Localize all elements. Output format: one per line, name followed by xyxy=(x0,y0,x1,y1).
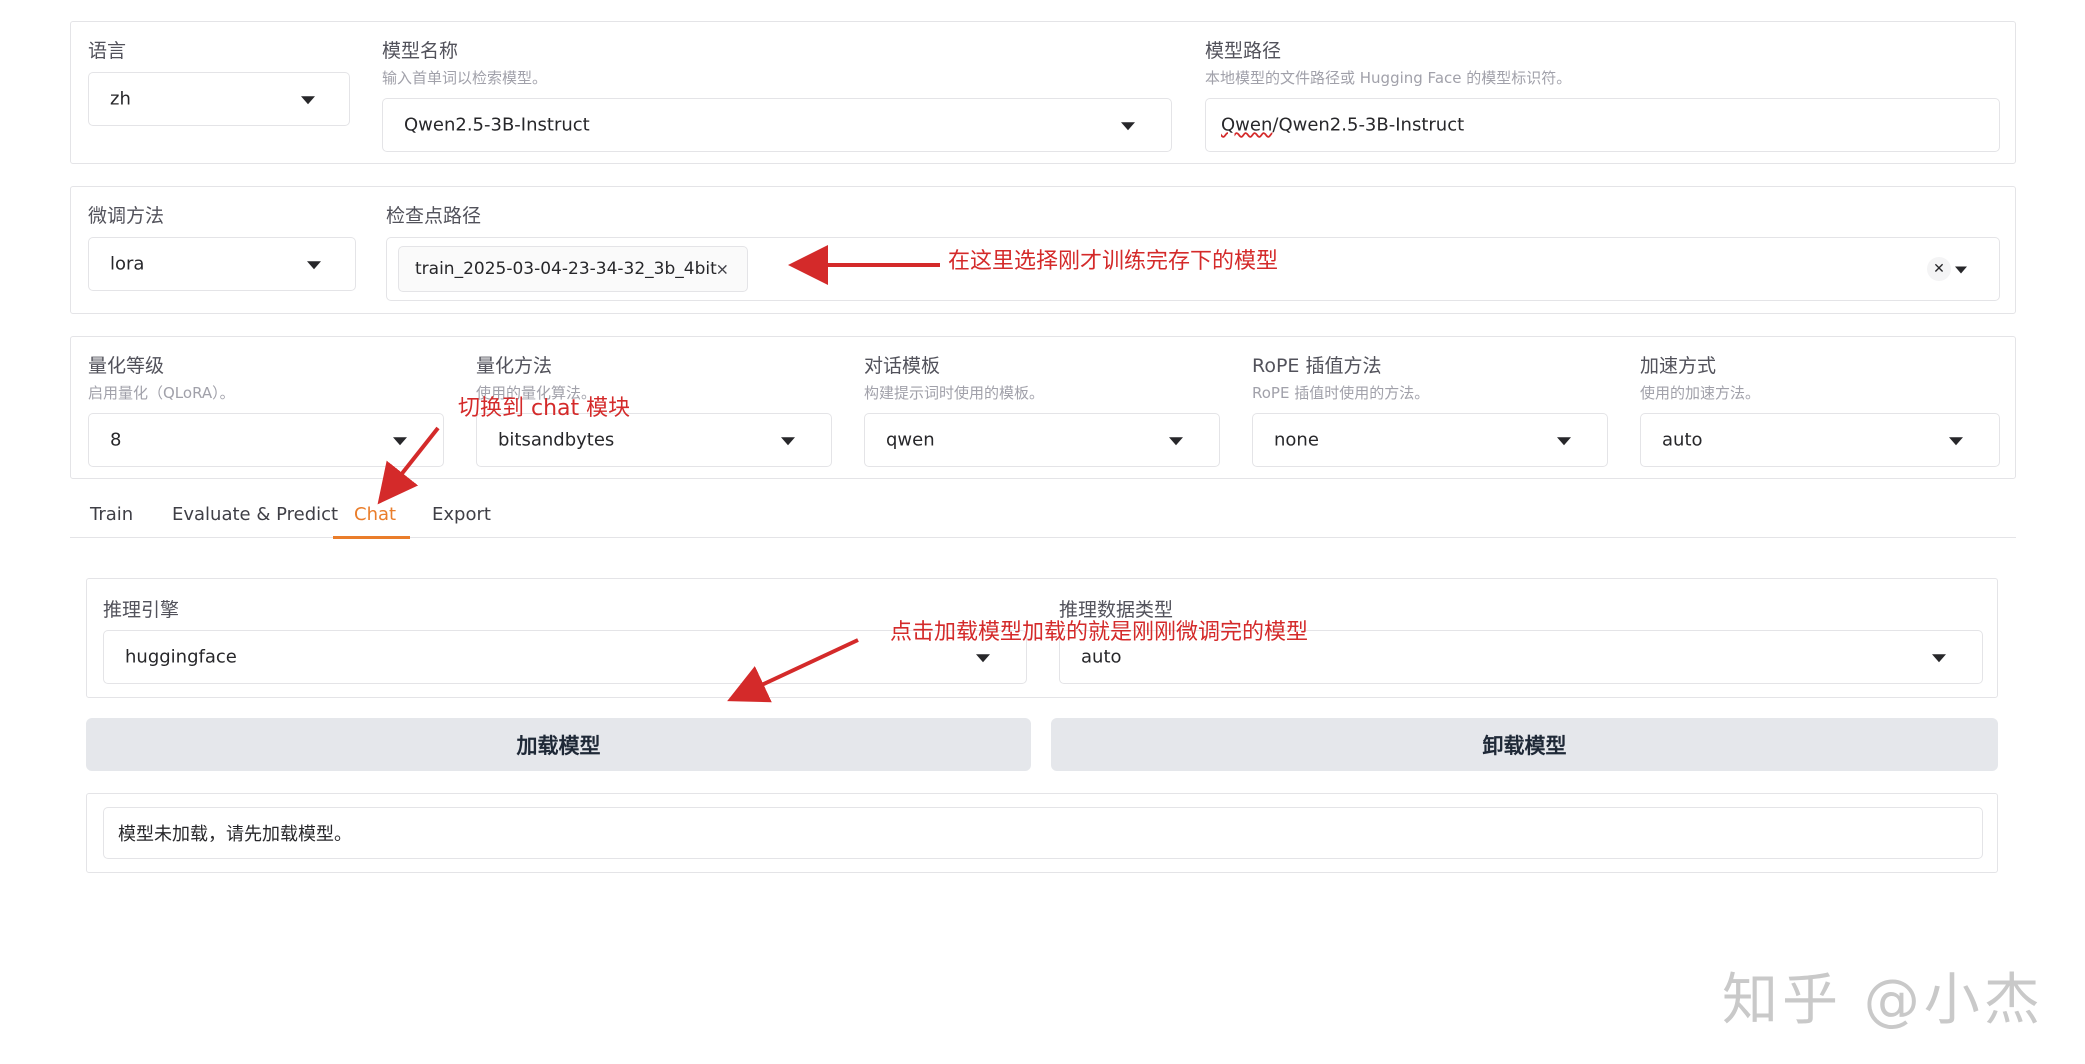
model-name-label: 模型名称 xyxy=(382,40,459,62)
chevron-down-icon xyxy=(1955,266,1967,274)
tab-train[interactable]: Train xyxy=(90,504,133,525)
status-textbox[interactable]: 模型未加载，请先加载模型。 xyxy=(103,807,1983,859)
status-text: 模型未加载，请先加载模型。 xyxy=(118,824,352,845)
checkpoint-chip[interactable]: train_2025-03-04-23-34-32_3b_4bit × xyxy=(398,246,748,292)
model-path-input[interactable]: Qwen/Qwen2.5-3B-Instruct xyxy=(1205,98,2000,152)
quant-level-dropdown[interactable]: 8 xyxy=(88,413,444,467)
chevron-down-icon xyxy=(393,437,407,446)
engine-value: huggingface xyxy=(125,646,237,668)
model-path-rest: /Qwen2.5-3B-Instruct xyxy=(1272,114,1465,136)
chevron-down-icon xyxy=(976,654,990,663)
chevron-down-icon xyxy=(1932,654,1946,663)
chevron-down-icon xyxy=(1121,122,1135,131)
chevron-down-icon xyxy=(1557,437,1571,446)
advanced-panel: 量化等级 启用量化（QLoRA）。 8 量化方法 使用的量化算法。 bitsan… xyxy=(70,336,2016,479)
rope-dropdown[interactable]: none xyxy=(1252,413,1608,467)
finetune-method-label: 微调方法 xyxy=(88,205,165,227)
chevron-down-icon xyxy=(1169,437,1183,446)
rope-hint: RoPE 插值时使用的方法。 xyxy=(1252,384,1430,402)
active-tab-underline xyxy=(333,536,410,539)
checkpoint-annotation: 在这里选择刚才训练完存下的模型 xyxy=(948,249,1279,274)
language-label: 语言 xyxy=(88,40,127,62)
engine-dropdown[interactable]: huggingface xyxy=(103,630,1027,684)
rope-value: none xyxy=(1274,429,1319,451)
template-label: 对话模板 xyxy=(864,355,941,377)
finetune-method-value: lora xyxy=(110,253,145,275)
model-name-hint: 输入首单词以检索模型。 xyxy=(382,69,548,87)
template-value: qwen xyxy=(886,429,935,451)
accel-hint: 使用的加速方法。 xyxy=(1640,384,1761,402)
chip-close-icon[interactable]: × xyxy=(716,260,729,279)
quant-level-label: 量化等级 xyxy=(88,355,165,377)
model-name-value: Qwen2.5-3B-Instruct xyxy=(404,114,590,136)
model-config-panel: 语言 zh 模型名称 输入首单词以检索模型。 Qwen2.5-3B-Instru… xyxy=(70,21,2016,164)
rope-label: RoPE 插值方法 xyxy=(1252,355,1382,377)
quant-level-value: 8 xyxy=(110,429,122,451)
language-value: zh xyxy=(110,88,131,110)
chevron-down-icon xyxy=(301,96,315,105)
template-hint: 构建提示词时使用的模板。 xyxy=(864,384,1045,402)
accel-value: auto xyxy=(1662,429,1703,451)
tab-evaluate-predict[interactable]: Evaluate & Predict xyxy=(172,504,338,525)
chevron-down-icon xyxy=(1949,437,1963,446)
engine-label: 推理引擎 xyxy=(103,599,180,621)
tab-chat[interactable]: Chat xyxy=(354,504,396,525)
status-panel: 模型未加载，请先加载模型。 xyxy=(86,793,1998,873)
tab-export[interactable]: Export xyxy=(432,504,491,525)
finetune-method-dropdown[interactable]: lora xyxy=(88,237,356,291)
model-path-value: Qwen/Qwen2.5-3B-Instruct xyxy=(1221,115,1464,136)
accel-label: 加速方式 xyxy=(1640,355,1717,377)
quant-method-label: 量化方法 xyxy=(476,355,553,377)
template-dropdown[interactable]: qwen xyxy=(864,413,1220,467)
accel-dropdown[interactable]: auto xyxy=(1640,413,2000,467)
model-name-dropdown[interactable]: Qwen2.5-3B-Instruct xyxy=(382,98,1172,152)
quant-method-value: bitsandbytes xyxy=(498,429,615,451)
model-path-prefix: Qwen xyxy=(1221,114,1273,136)
chevron-down-icon xyxy=(307,261,321,270)
checkpoint-chip-label: train_2025-03-04-23-34-32_3b_4bit xyxy=(415,259,717,279)
checkpoint-label: 检查点路径 xyxy=(386,205,482,227)
clear-icon[interactable]: ✕ xyxy=(1927,257,1951,281)
model-path-hint: 本地模型的文件路径或 Hugging Face 的模型标识符。 xyxy=(1205,69,1572,87)
watermark: 知乎 @小杰 xyxy=(1722,968,2044,1033)
load-annotation: 点击加载模型加载的就是刚刚微调完的模型 xyxy=(890,620,1309,645)
unload-model-button[interactable]: 卸载模型 xyxy=(1051,718,1998,771)
language-dropdown[interactable]: zh xyxy=(88,72,350,126)
dtype-value: auto xyxy=(1081,646,1122,668)
chevron-down-icon xyxy=(781,437,795,446)
load-model-button[interactable]: 加载模型 xyxy=(86,718,1031,771)
model-path-label: 模型路径 xyxy=(1205,40,1282,62)
quant-level-hint: 启用量化（QLoRA）。 xyxy=(88,384,235,402)
tab-annotation: 切换到 chat 模块 xyxy=(458,396,631,421)
